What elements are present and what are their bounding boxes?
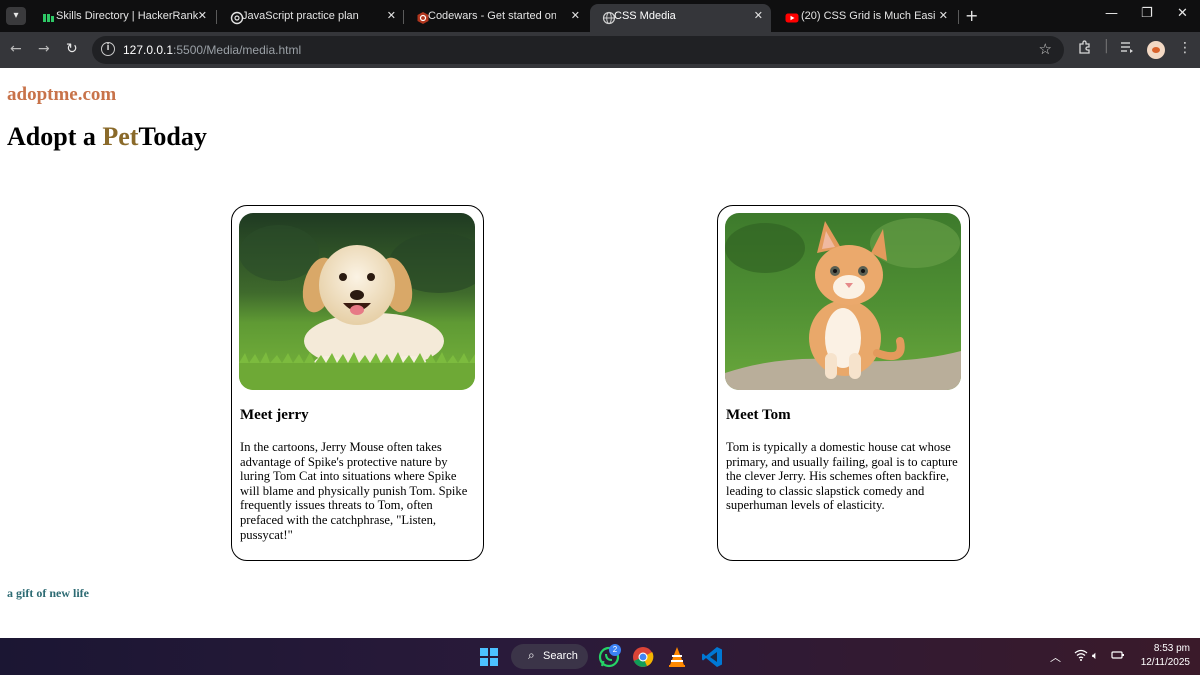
close-icon[interactable]: ✕ <box>387 9 396 22</box>
system-clock[interactable]: 8:53 pm 12/11/2025 <box>1134 642 1190 670</box>
chrome-icon[interactable] <box>632 646 654 668</box>
site-info-icon[interactable]: i <box>101 42 115 56</box>
pet-card-jerry: Meet jerry In the cartoons, Jerry Mouse … <box>231 205 484 561</box>
browser-toolbar: ← → ↻ i 127.0.0.1:5500/Media/media.html … <box>0 32 1200 68</box>
taskbar-search[interactable]: ⌕ Search <box>511 644 588 669</box>
restore-icon[interactable]: ❐ <box>1141 6 1153 21</box>
site-brand: adoptme.com <box>7 84 117 105</box>
card-title: Meet jerry <box>240 407 309 423</box>
tab-hackerrank[interactable]: Skills Directory | HackerRank ✕ <box>30 4 215 32</box>
close-icon[interactable]: ✕ <box>571 9 580 22</box>
back-icon[interactable]: ← <box>10 41 22 57</box>
youtube-icon <box>785 11 799 25</box>
address-bar[interactable]: i 127.0.0.1:5500/Media/media.html ☆ <box>92 36 1064 64</box>
card-title: Meet Tom <box>726 407 791 423</box>
bookmark-star-icon[interactable]: ☆ <box>1039 40 1052 58</box>
reload-icon[interactable]: ↻ <box>66 41 78 57</box>
os-taskbar: ⌕ Search ︿ 🔈︎ 8:53 pm 12/11/2025 <box>0 638 1200 675</box>
close-icon[interactable]: ✕ <box>939 9 948 22</box>
card-description: Tom is typically a domestic house cat wh… <box>726 440 958 513</box>
close-icon[interactable]: ✕ <box>754 9 763 22</box>
more-menu-icon[interactable]: ⋮ <box>1178 40 1192 56</box>
kitten-photo <box>725 213 961 390</box>
profile-avatar[interactable] <box>1147 41 1165 59</box>
extensions-icon[interactable] <box>1078 40 1092 58</box>
tab-title: JavaScript practice plan <box>242 10 359 22</box>
clock-time: 8:53 pm <box>1153 643 1190 654</box>
notification-badge: 2 <box>609 644 621 656</box>
search-icon: ⌕ <box>528 648 535 662</box>
tab-javascript-plan[interactable]: JavaScript practice plan ✕ <box>218 4 404 32</box>
forward-icon[interactable]: → <box>38 41 50 57</box>
footer-tagline: a gift of new life <box>7 586 89 600</box>
battery-icon[interactable] <box>1111 649 1125 664</box>
url-text: 127.0.0.1:5500/Media/media.html <box>123 43 302 57</box>
windows-start-icon[interactable] <box>480 648 498 666</box>
close-icon[interactable]: ✕ <box>198 9 207 22</box>
minimize-icon[interactable]: — <box>1105 6 1118 21</box>
tab-separator <box>958 10 959 24</box>
new-tab-icon[interactable]: + <box>965 6 978 25</box>
volume-icon[interactable]: 🔈︎ <box>1092 649 1099 663</box>
browser-tab-bar: ▾ Skills Directory | HackerRank ✕ JavaSc… <box>0 0 1200 32</box>
chevron-up-icon[interactable]: ︿ <box>1050 649 1061 665</box>
wifi-icon[interactable] <box>1074 649 1088 664</box>
vlc-icon[interactable] <box>666 646 688 668</box>
vscode-icon[interactable] <box>701 646 723 668</box>
page-headline: Adopt a PetToday <box>7 122 207 151</box>
tab-codewars[interactable]: Codewars - Get started on your ✕ <box>404 4 588 32</box>
tab-css-media[interactable]: CSS Mdedia ✕ <box>590 4 771 32</box>
reading-list-icon[interactable] <box>1120 40 1134 58</box>
tab-separator <box>216 10 217 24</box>
hackerrank-icon <box>42 11 56 25</box>
tab-title: Codewars - Get started on your <box>428 10 556 22</box>
headline-pet-word: Pet <box>102 122 139 151</box>
taskbar-search-label: Search <box>543 650 578 662</box>
tab-youtube-css-grid[interactable]: (20) CSS Grid is Much Easier Th ✕ <box>773 4 956 32</box>
web-page: adoptme.com Adopt a PetToday Meet jerry … <box>0 68 1200 638</box>
close-window-icon[interactable]: ✕ <box>1177 6 1188 21</box>
tab-title: CSS Mdedia <box>614 10 676 22</box>
tab-search-dropdown[interactable]: ▾ <box>6 7 26 25</box>
pet-card-tom: Meet Tom Tom is typically a domestic hou… <box>717 205 970 561</box>
puppy-photo <box>239 213 475 390</box>
card-description: In the cartoons, Jerry Mouse often takes… <box>240 440 468 542</box>
tab-title: Skills Directory | HackerRank <box>56 10 199 22</box>
tab-title: (20) CSS Grid is Much Easier Th <box>801 10 935 22</box>
toolbar-divider: | <box>1104 38 1109 54</box>
clock-date: 12/11/2025 <box>1140 657 1190 668</box>
